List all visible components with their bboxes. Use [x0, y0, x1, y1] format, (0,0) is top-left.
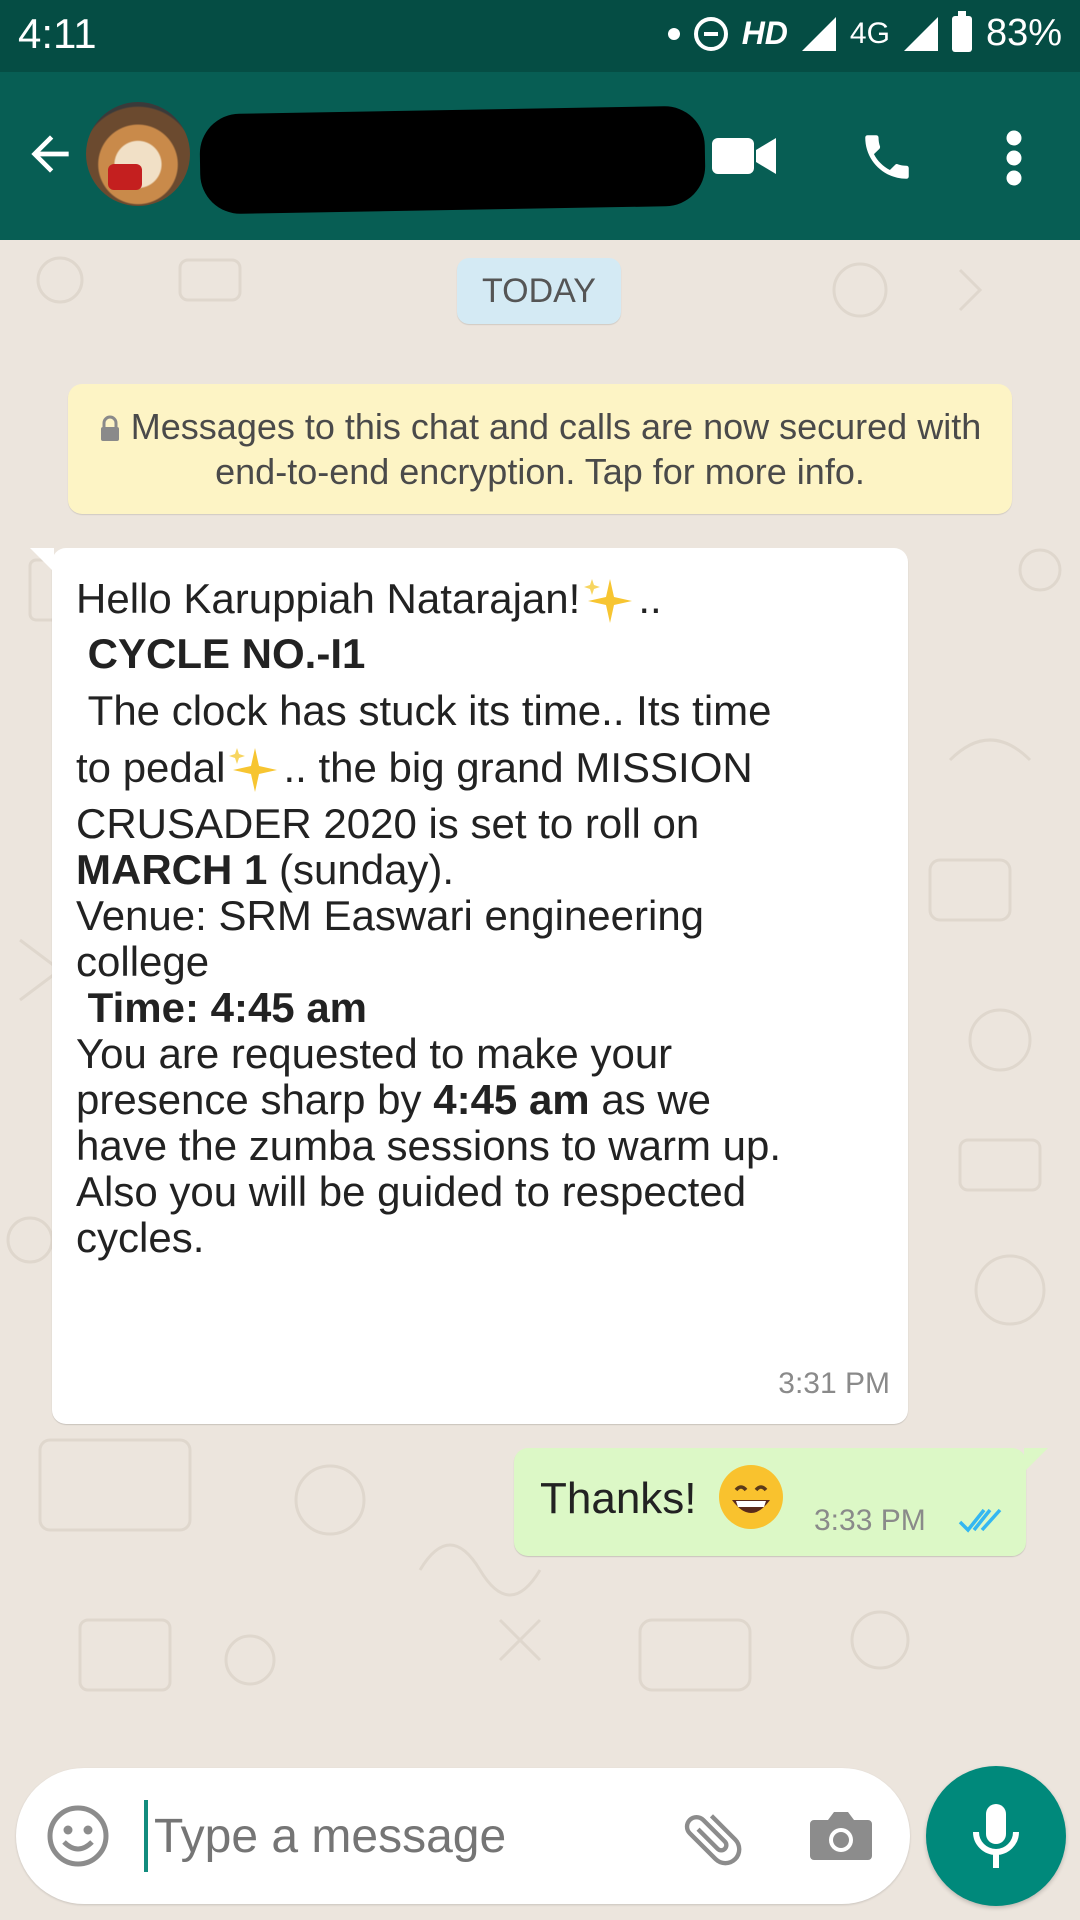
battery-level: 83%	[985, 12, 1062, 54]
mission-text: .. the big grand MISSION	[283, 744, 753, 791]
cycle-heading: CYCLE NO.-I1	[76, 630, 366, 677]
greeting-suffix: ..	[638, 575, 662, 622]
message-line: CRUSADER 2020 is set to roll on	[76, 800, 700, 847]
date-chip: TODAY	[457, 258, 621, 324]
sparkles-emoji-icon	[584, 579, 633, 623]
lock-icon	[100, 416, 119, 442]
message-line: Also you will be guided to respected	[76, 1168, 747, 1215]
encryption-notice-text: Messages to this chat and calls are now …	[130, 406, 982, 492]
status-bar: 4:11 HD 4G 83%	[0, 0, 1080, 72]
event-time: Time: 4:45 am	[76, 984, 368, 1031]
pedal-text: to pedal	[76, 744, 226, 791]
message-line: You are requested to make your	[76, 1030, 673, 1077]
status-indicators: HD 4G 83%	[667, 10, 1062, 55]
venue-line: Venue: SRM Easwari engineering	[76, 892, 705, 939]
more-options-icon[interactable]	[1000, 128, 1028, 188]
outgoing-message-text: Thanks!	[540, 1474, 697, 1523]
chat-area[interactable]: TODAY Messages to this chat and calls ar…	[0, 240, 1080, 1750]
venue-line: college	[76, 938, 210, 985]
voice-message-button[interactable]	[926, 1766, 1066, 1906]
message-input[interactable]	[152, 1808, 556, 1865]
battery-icon	[951, 10, 972, 52]
message-line: presence sharp by 4:45 am as we	[76, 1077, 884, 1123]
signal-icon-2	[903, 16, 938, 51]
network-type: 4G	[849, 16, 890, 50]
read-ticks-icon	[958, 1508, 1002, 1533]
sparkles-emoji-icon	[229, 748, 278, 792]
outgoing-message-bubble[interactable]: Thanks! 3:33 PM	[514, 1448, 1048, 1556]
message-timestamp: 3:31 PM	[778, 1367, 890, 1400]
avatar-detail	[108, 164, 142, 190]
event-day: (sunday).	[267, 846, 455, 893]
message-line: MARCH 1 (sunday).	[76, 847, 884, 893]
presence-suffix: as we	[589, 1076, 712, 1123]
text-caret	[144, 1800, 148, 1872]
presence-time: 4:45 am	[433, 1076, 590, 1123]
video-call-icon[interactable]	[712, 134, 776, 178]
signal-icon	[801, 16, 836, 51]
message-line: cycles.	[76, 1214, 205, 1261]
back-arrow-icon[interactable]	[22, 126, 78, 182]
attachment-icon[interactable]	[678, 1804, 748, 1874]
voice-call-icon[interactable]	[858, 128, 916, 186]
message-line: The clock has stuck its time.. Its time	[76, 687, 772, 734]
message-line: to pedal .. the big grand MISSION	[76, 739, 884, 796]
contact-avatar[interactable]	[86, 102, 190, 206]
event-date: MARCH 1	[76, 846, 268, 893]
hd-voice-indicator: HD	[741, 15, 788, 51]
message-composer[interactable]	[16, 1768, 910, 1904]
message-line: Hello Karuppiah Natarajan!..	[76, 570, 884, 627]
status-time: 4:11	[18, 10, 97, 57]
microphone-icon	[973, 1804, 1019, 1868]
do-not-disturb-icon	[693, 16, 728, 51]
encryption-notice[interactable]: Messages to this chat and calls are now …	[68, 384, 1012, 514]
contact-name-redacted[interactable]	[199, 105, 706, 215]
chat-header	[0, 72, 1080, 240]
greeting-text: Hello Karuppiah Natarajan!	[76, 575, 581, 622]
presence-text: presence sharp by	[76, 1076, 434, 1123]
incoming-message-bubble[interactable]: Hello Karuppiah Natarajan!.. CYCLE NO.-I…	[30, 548, 908, 1424]
emoji-icon[interactable]	[46, 1804, 110, 1868]
notification-dot-icon	[667, 27, 680, 40]
message-timestamp: 3:33 PM	[814, 1504, 926, 1537]
message-line: have the zumba sessions to warm up.	[76, 1122, 782, 1169]
grinning-emoji-icon	[719, 1465, 783, 1529]
camera-icon[interactable]	[808, 1808, 874, 1864]
